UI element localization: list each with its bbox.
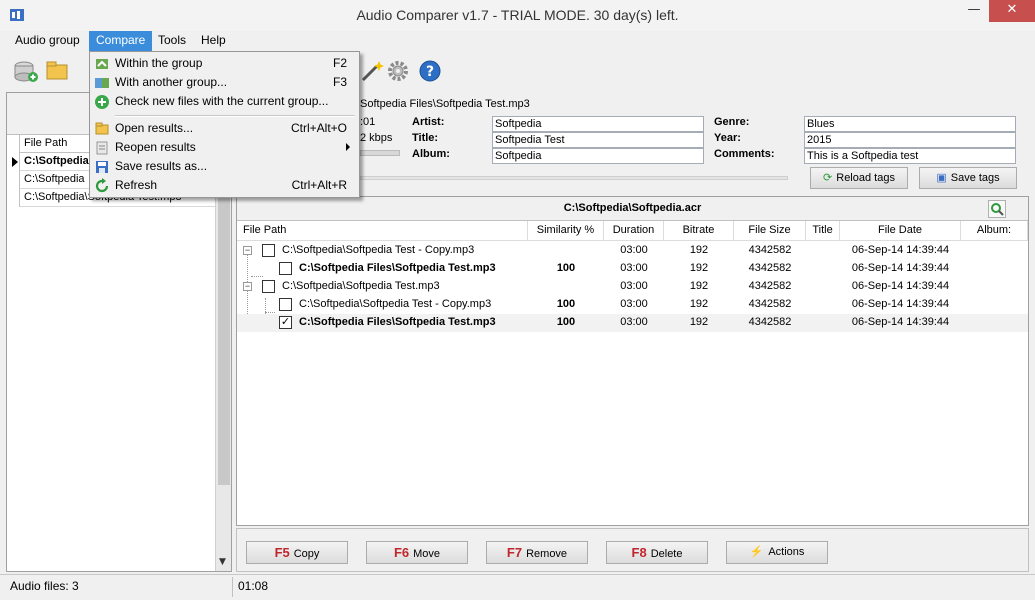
table-row[interactable]: C:\Softpedia Files\Softpedia Test.mp3 10… bbox=[237, 260, 1028, 278]
row-checkbox[interactable] bbox=[279, 262, 292, 275]
menu-item-with-another-group[interactable]: With another group... F3 bbox=[90, 73, 359, 92]
row-checkbox-checked[interactable]: ✓ bbox=[279, 316, 292, 329]
reopen-results-icon bbox=[96, 141, 108, 155]
menu-compare[interactable]: Compare bbox=[89, 31, 153, 51]
table-row[interactable]: − C:\Softpedia\Softpedia Test.mp3 03:00 … bbox=[237, 278, 1028, 296]
album-label: Album: bbox=[412, 148, 450, 160]
compare-within-icon bbox=[96, 59, 108, 69]
lightning-icon: ⚡ bbox=[749, 546, 764, 558]
menu-help[interactable]: Help bbox=[194, 31, 233, 51]
year-field[interactable]: 2015 bbox=[804, 132, 1016, 148]
col-file-size[interactable]: File Size bbox=[734, 221, 806, 241]
save-disk-icon: ▣ bbox=[936, 172, 947, 184]
row-checkbox[interactable] bbox=[262, 280, 275, 293]
col-title[interactable]: Title bbox=[806, 221, 840, 241]
row-checkbox[interactable] bbox=[262, 244, 275, 257]
col-bitrate[interactable]: Bitrate bbox=[664, 221, 734, 241]
copy-button[interactable]: F5 Copy bbox=[246, 541, 348, 564]
audio-files-count: Audio files: 3 bbox=[10, 579, 79, 593]
menu-item-refresh[interactable]: Refresh Ctrl+Alt+R bbox=[90, 176, 359, 195]
open-folder-icon[interactable] bbox=[44, 58, 72, 84]
position-slider[interactable] bbox=[360, 176, 788, 180]
table-row[interactable]: − C:\Softpedia\Softpedia Test - Copy.mp3… bbox=[237, 242, 1028, 260]
title-field[interactable]: Softpedia Test bbox=[492, 132, 704, 148]
results-file-title: C:\Softpedia\Softpedia.acr bbox=[563, 202, 702, 214]
menu-separator bbox=[115, 115, 355, 117]
comments-label: Comments: bbox=[714, 148, 775, 160]
genre-field[interactable]: Blues bbox=[804, 116, 1016, 132]
table-row[interactable]: C:\Softpedia\Softpedia Test - Copy.mp3 1… bbox=[237, 296, 1028, 314]
row-checkbox[interactable] bbox=[279, 298, 292, 311]
find-icon[interactable] bbox=[988, 200, 1006, 218]
reload-tags-button[interactable]: ⟳ Reload tags bbox=[810, 167, 908, 189]
artist-label: Artist: bbox=[412, 116, 445, 128]
album-field[interactable]: Softpedia bbox=[492, 148, 704, 164]
col-similarity[interactable]: Similarity % bbox=[528, 221, 604, 241]
open-results-icon bbox=[95, 122, 109, 135]
duration-value: :01 bbox=[360, 116, 376, 128]
bitrate-value: 2 kbps bbox=[360, 132, 393, 144]
status-bar: Audio files: 3 01:08 bbox=[0, 574, 1035, 600]
settings-gear-icon[interactable] bbox=[384, 58, 412, 84]
col-file-path[interactable]: File Path bbox=[237, 221, 528, 241]
menu-tools[interactable]: Tools bbox=[151, 31, 193, 51]
menu-item-open-results[interactable]: Open results... Ctrl+Alt+O bbox=[90, 119, 359, 138]
new-group-icon[interactable] bbox=[12, 58, 40, 84]
status-separator bbox=[232, 577, 233, 597]
submenu-arrow-icon bbox=[346, 143, 350, 151]
scroll-down-icon[interactable]: ▼ bbox=[219, 557, 226, 567]
actions-button[interactable]: ⚡ Actions bbox=[726, 541, 828, 564]
col-duration[interactable]: Duration bbox=[604, 221, 664, 241]
remove-button[interactable]: F7 Remove bbox=[486, 541, 588, 564]
comments-field[interactable]: This is a Softpedia test bbox=[804, 148, 1016, 164]
results-title-bar: C:\Softpedia\Softpedia.acr bbox=[237, 197, 1028, 221]
col-file-date[interactable]: File Date bbox=[840, 221, 961, 241]
current-file-path: Softpedia Files\Softpedia Test.mp3 bbox=[360, 98, 530, 110]
help-icon[interactable]: ? bbox=[416, 58, 444, 84]
elapsed-time: 01:08 bbox=[238, 579, 269, 593]
window-title: Audio Comparer v1.7 - TRIAL MODE. 30 day… bbox=[356, 7, 679, 23]
genre-label: Genre: bbox=[714, 116, 750, 128]
left-panel-scrollbar[interactable]: ▼ bbox=[215, 135, 231, 571]
save-results-icon bbox=[96, 161, 108, 173]
artist-field[interactable]: Softpedia bbox=[492, 116, 704, 132]
year-label: Year: bbox=[714, 132, 741, 144]
collapse-icon[interactable]: − bbox=[243, 282, 252, 291]
progress-bar bbox=[360, 150, 400, 156]
menu-item-reopen-results[interactable]: Reopen results bbox=[90, 138, 359, 157]
menu-item-check-new-files[interactable]: Check new files with the current group..… bbox=[90, 92, 359, 111]
compare-menu-dropdown: Within the group F2 With another group..… bbox=[89, 51, 360, 198]
menu-item-within-group[interactable]: Within the group F2 bbox=[90, 54, 359, 73]
reload-icon: ⟳ bbox=[823, 172, 833, 184]
delete-button[interactable]: F8 Delete bbox=[606, 541, 708, 564]
menu-audio-group[interactable]: Audio group bbox=[8, 31, 87, 51]
table-row[interactable]: ✓ C:\Softpedia Files\Softpedia Test.mp3 … bbox=[237, 314, 1028, 332]
add-circle-icon bbox=[95, 95, 109, 109]
col-album[interactable]: Album: bbox=[961, 221, 1028, 241]
collapse-icon[interactable]: − bbox=[243, 246, 252, 255]
title-label: Title: bbox=[412, 132, 439, 144]
refresh-icon bbox=[95, 178, 109, 193]
move-button[interactable]: F6 Move bbox=[366, 541, 468, 564]
close-button[interactable]: ✕ bbox=[989, 0, 1035, 22]
save-tags-button[interactable]: ▣ Save tags bbox=[919, 167, 1017, 189]
action-bar: F5 Copy F6 Move F7 Remove F8 Delete ⚡ Actions bbox=[236, 528, 1029, 572]
minimize-button[interactable]: — bbox=[959, 0, 989, 22]
compare-another-icon bbox=[95, 78, 109, 88]
svg-text:?: ? bbox=[426, 64, 434, 80]
results-panel: C:\Softpedia\Softpedia.acr File Path Sim… bbox=[236, 196, 1029, 526]
title-bar: Audio Comparer v1.7 - TRIAL MODE. 30 day… bbox=[0, 0, 1035, 31]
menu-bar: Audio group Compare Tools Help bbox=[6, 31, 1029, 51]
magic-wand-icon[interactable] bbox=[359, 58, 387, 84]
menu-item-save-results-as[interactable]: Save results as... bbox=[90, 157, 359, 176]
current-row-indicator-icon bbox=[12, 157, 18, 167]
